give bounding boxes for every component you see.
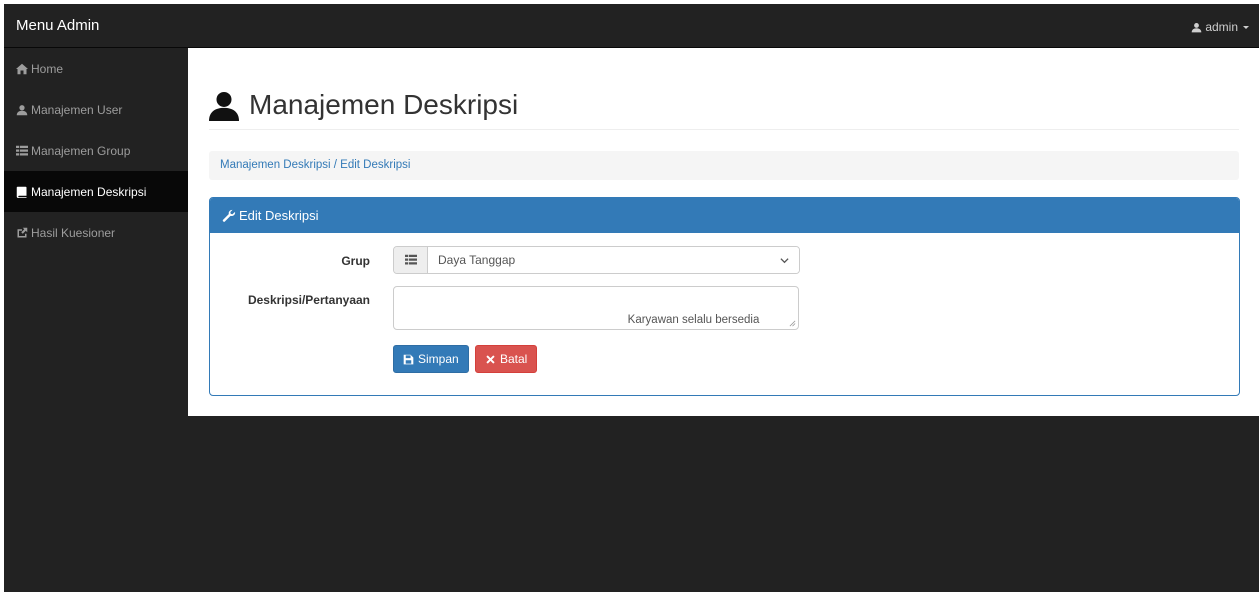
list-icon (16, 145, 28, 155)
sidebar-item-label: Hasil Kuesioner (31, 225, 116, 240)
cancel-button[interactable]: Batal (475, 345, 538, 373)
sidebar-item-home[interactable]: Home (4, 48, 188, 89)
sidebar-item-manajemen-user[interactable]: Manajemen User (4, 89, 188, 130)
user-icon (16, 104, 28, 115)
close-icon (486, 354, 495, 364)
description-text: Karyawan selalu bersedia untuk merespon … (627, 314, 760, 326)
page-header: Manajemen Deskripsi (209, 88, 1239, 130)
list-icon (404, 254, 417, 265)
panel-title: Edit Deskripsi (239, 208, 319, 223)
share-icon (17, 227, 28, 237)
app-frame: Menu Admin admin Home Manajemen User Man… (4, 4, 1259, 592)
sidebar-item-manajemen-group[interactable]: Manajemen Group (4, 130, 188, 171)
select-addon (394, 247, 428, 273)
sidebar-item-label: Manajemen Deskripsi (31, 184, 147, 199)
cancel-button-label: Batal (500, 352, 528, 366)
breadcrumb: Manajemen Deskripsi / Edit Deskripsi (209, 151, 1239, 180)
brand-title[interactable]: Menu Admin (16, 17, 99, 34)
home-icon (16, 63, 28, 74)
breadcrumb-link[interactable]: Manajemen Deskripsi / Edit Deskripsi (220, 159, 410, 171)
panel-heading: Edit Deskripsi (210, 198, 1239, 233)
group-select-value[interactable]: Daya Tanggap (428, 247, 799, 273)
chevron-down-icon (780, 257, 789, 263)
user-icon (1192, 22, 1202, 32)
user-menu-label: admin (1205, 20, 1238, 34)
sidebar: Home Manajemen User Manajemen Group Mana… (4, 48, 188, 592)
user-menu[interactable]: admin (1191, 20, 1249, 34)
sidebar-item-manajemen-deskripsi[interactable]: Manajemen Deskripsi (4, 171, 188, 212)
edit-panel: Edit Deskripsi Grup Daya Tanggap Deskrip… (209, 197, 1240, 396)
page-title: Manajemen Deskripsi (249, 89, 519, 120)
description-textarea[interactable]: Karyawan selalu bersedia untuk merespon … (393, 286, 799, 330)
main-content: Manajemen Deskripsi Manajemen Deskripsi … (188, 48, 1259, 416)
sidebar-item-label: Home (31, 61, 64, 76)
book-icon (16, 186, 27, 198)
sidebar-item-label: Manajemen User (31, 102, 123, 117)
top-navbar: Menu Admin admin (4, 4, 1259, 48)
group-label: Grup (341, 254, 370, 268)
group-select-text: Daya Tanggap (438, 253, 516, 267)
description-label: Deskripsi/Pertanyaan (247, 293, 370, 307)
save-button-label: Simpan (418, 352, 459, 366)
wrench-icon (222, 209, 236, 222)
save-icon (403, 354, 414, 364)
caret-down-icon (1243, 25, 1249, 29)
group-select[interactable]: Daya Tanggap (393, 246, 800, 274)
sidebar-item-hasil-kuesioner[interactable]: Hasil Kuesioner (4, 212, 188, 253)
save-button[interactable]: Simpan (393, 345, 469, 373)
sidebar-item-label: Manajemen Group (31, 143, 131, 158)
resize-grip-icon[interactable] (789, 320, 796, 327)
user-icon (209, 91, 239, 121)
